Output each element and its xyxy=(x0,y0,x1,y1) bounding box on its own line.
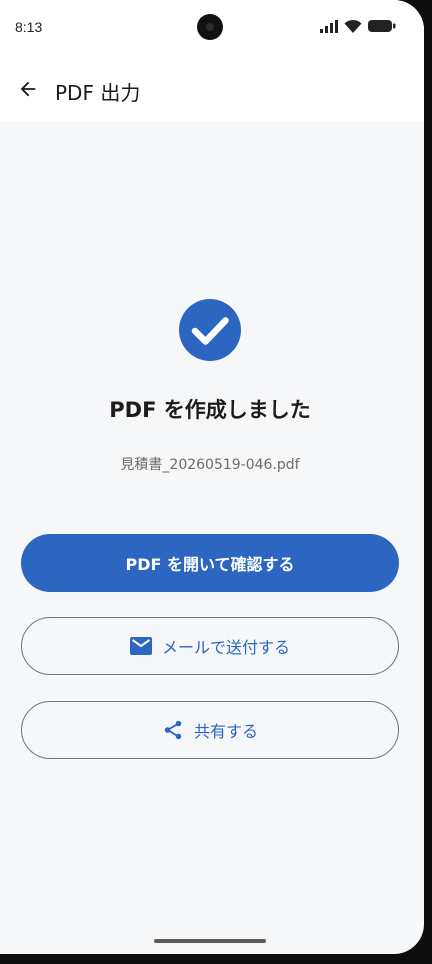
open-pdf-label: PDF を開いて確認する xyxy=(125,555,295,574)
front-camera xyxy=(197,14,223,40)
success-headline: PDF を作成しました xyxy=(109,398,311,422)
mail-icon xyxy=(129,637,152,655)
open-pdf-button[interactable]: PDF を開いて確認する xyxy=(21,534,399,592)
wifi-icon xyxy=(344,19,362,33)
status-bar: 8:13 xyxy=(0,0,424,56)
page-title: PDF 出力 xyxy=(55,81,141,105)
send-mail-button[interactable]: メールで送付する xyxy=(21,617,399,675)
share-button[interactable]: 共有する xyxy=(21,701,399,759)
send-mail-label: メールで送付する xyxy=(161,638,290,657)
app-bar: PDF 出力 xyxy=(0,56,424,122)
file-name: 見積書_20260519-046.pdf xyxy=(120,457,300,473)
check-circle-icon xyxy=(179,299,241,361)
status-time: 8:13 xyxy=(15,19,43,35)
status-icons xyxy=(320,19,396,33)
signal-icon xyxy=(320,19,338,33)
battery-icon xyxy=(368,20,396,32)
home-indicator[interactable] xyxy=(154,939,266,943)
share-label: 共有する xyxy=(193,722,258,741)
share-icon xyxy=(164,720,182,740)
phone-screen: 8:13 PDF 出力 PDF を作成しました 見積書_20260519-046… xyxy=(0,0,424,954)
arrow-left-icon xyxy=(20,81,36,97)
back-button[interactable] xyxy=(8,69,48,109)
